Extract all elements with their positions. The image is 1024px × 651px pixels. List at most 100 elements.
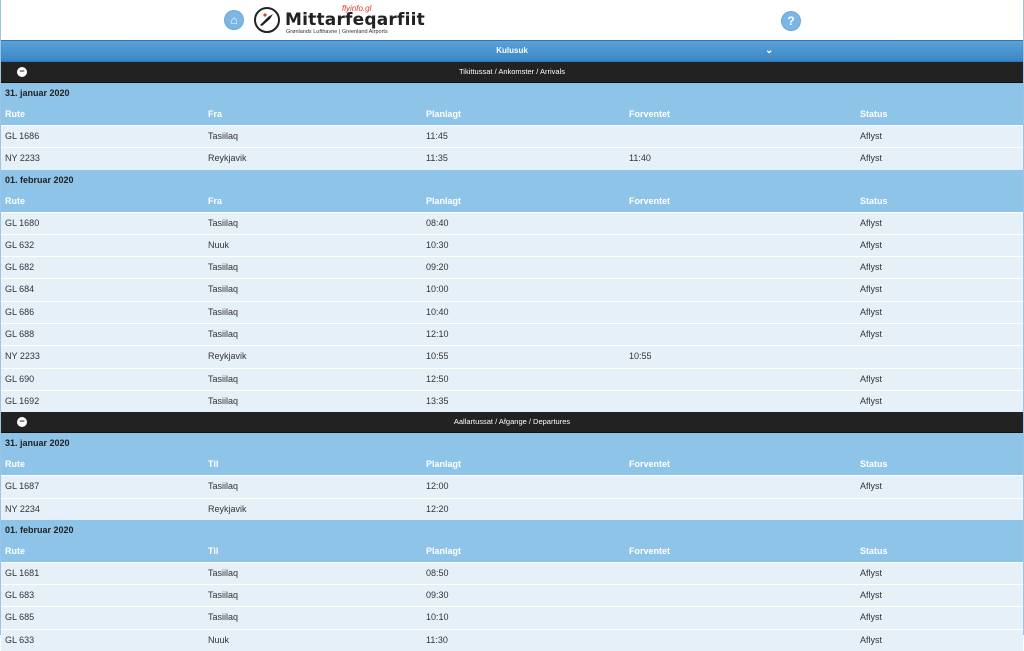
column-header: Status [860, 459, 888, 470]
flight-planned: 12:10 [426, 329, 449, 340]
arrivals-section: − Tikittussat / Ankomster / Arrivals 31. j… [1, 62, 1023, 413]
flight-status: Aflyst [860, 131, 883, 141]
flight-route: GL 690 [5, 373, 35, 384]
flight-status: Aflyst [860, 373, 883, 384]
flight-row[interactable]: NY 2233 Reykjavik 10:55 10:55 [1, 345, 1023, 368]
top-bar: ⌂ flyinfo.gl Mittarfeqarfiit Grønlands L… [1, 0, 1023, 40]
flight-status: Aflyst [860, 612, 883, 623]
column-header: Forventet [629, 545, 671, 556]
flight-place: Tasiilaq [208, 567, 239, 578]
column-header: Status [860, 195, 888, 206]
flight-place: Tasiilaq [208, 612, 239, 623]
flight-row[interactable]: GL 682 Tasiilaq 09:20 Aflyst [1, 256, 1023, 279]
flight-expected: 10:55 [629, 351, 652, 362]
departures-header[interactable]: − Aallartussat / Afgange / Departures [1, 412, 1023, 434]
flight-place: Tasiilaq [208, 306, 239, 317]
date-row: 01. februar 2020 [1, 519, 1023, 541]
logo-subtitle: Grønlands Lufthavne | Greenland Airports [286, 29, 388, 35]
flight-route: GL 686 [5, 306, 35, 317]
flight-row[interactable]: GL 1692 Tasiilaq 13:35 Aflyst [1, 389, 1023, 413]
column-header-row: Rute Fra Planlagt Forventet Status [1, 190, 1023, 212]
logo-title: Mittarfeqarfiit [285, 10, 425, 30]
logo[interactable]: flyinfo.gl Mittarfeqarfiit Grønlands Luf… [254, 4, 425, 36]
flight-place: Tasiilaq [208, 481, 239, 492]
flight-row[interactable]: GL 688 Tasiilaq 12:10 Aflyst [1, 323, 1023, 346]
date-row: 31. januar 2020 [1, 433, 1023, 455]
column-header: Planlagt [426, 195, 462, 206]
flight-row[interactable]: GL 1687 Tasiilaq 12:00 Aflyst [1, 475, 1023, 498]
column-header: Rute [5, 195, 25, 206]
arrivals-header[interactable]: − Tikittussat / Ankomster / Arrivals [1, 62, 1023, 83]
flight-route: NY 2233 [5, 351, 40, 362]
flight-route: GL 1692 [5, 395, 40, 406]
departures-title: Aallartussat / Afgange / Departures [453, 417, 571, 427]
flight-row[interactable]: GL 1680 Tasiilaq 08:40 Aflyst [1, 211, 1023, 234]
date-row: 31. januar 2020 [1, 83, 1023, 104]
flight-planned: 09:30 [426, 590, 449, 601]
column-header: Planlagt [426, 545, 462, 556]
flight-planned: 10:00 [426, 284, 449, 295]
column-header: Fra [208, 109, 223, 119]
flight-row[interactable]: GL 632 Nuuk 10:30 Aflyst [1, 233, 1023, 257]
logo-emblem-icon [254, 7, 280, 33]
flight-route: GL 632 [5, 239, 35, 250]
flight-status: Aflyst [860, 395, 883, 406]
flight-place: Tasiilaq [208, 329, 239, 340]
flight-status: Aflyst [860, 239, 883, 250]
flight-row[interactable]: GL 686 Tasiilaq 10:40 Aflyst [1, 300, 1023, 324]
date-row: 01. februar 2020 [1, 169, 1023, 191]
flight-place: Tasiilaq [208, 262, 239, 273]
column-header-row: Rute Til Planlagt Forventet Status [1, 454, 1023, 476]
flight-status: Aflyst [860, 329, 883, 340]
flight-planned: 12:00 [426, 481, 449, 492]
flight-place: Tasiilaq [208, 395, 239, 406]
flight-row[interactable]: GL 633 Nuuk 11:30 Aflyst [1, 628, 1023, 651]
flight-route: NY 2234 [5, 503, 40, 514]
flight-status: Aflyst [860, 481, 883, 492]
column-header: Planlagt [426, 109, 462, 119]
flight-place: Tasiilaq [208, 284, 239, 295]
chevron-down-icon: ⌄ [765, 45, 774, 56]
flight-planned: 11:30 [426, 634, 448, 645]
flight-route: GL 684 [5, 284, 35, 295]
flight-route: GL 1681 [5, 567, 40, 578]
flight-status: Aflyst [860, 284, 883, 295]
flight-row[interactable]: GL 684 Tasiilaq 10:00 Aflyst [1, 278, 1023, 301]
help-icon[interactable]: ? [782, 12, 800, 30]
column-header: Rute [5, 545, 25, 556]
flight-row[interactable]: NY 2234 Reykjavik 12:20 [1, 497, 1023, 520]
flight-row[interactable]: GL 690 Tasiilaq 12:50 Aflyst [1, 367, 1023, 390]
flight-place: Tasiilaq [208, 131, 239, 141]
flight-place: Nuuk [208, 239, 230, 250]
flight-place: Reykjavik [208, 351, 247, 362]
flight-place: Nuuk [208, 634, 230, 645]
flight-planned: 12:20 [426, 503, 449, 514]
flight-row[interactable]: GL 1681 Tasiilaq 08:50 Aflyst [1, 561, 1023, 585]
flight-place: Tasiilaq [208, 217, 239, 228]
home-icon[interactable]: ⌂ [225, 11, 243, 29]
flight-row[interactable]: GL 683 Tasiilaq 09:30 Aflyst [1, 584, 1023, 607]
flight-route: GL 685 [5, 612, 35, 623]
flight-planned: 11:45 [426, 131, 448, 141]
flight-place: Reykjavik [208, 503, 247, 514]
flight-route: GL 682 [5, 262, 35, 273]
flight-planned: 10:55 [426, 351, 449, 362]
flight-route: GL 683 [5, 590, 35, 601]
flight-planned: 10:40 [426, 306, 449, 317]
flight-status: Aflyst [860, 306, 883, 317]
flight-route: GL 1687 [5, 481, 40, 492]
flight-row[interactable]: GL 1686 Tasiilaq 11:45 Aflyst [1, 125, 1023, 148]
location-selector[interactable]: Kulusuk ⌄ [1, 40, 1023, 62]
column-header: Forventet [629, 459, 671, 470]
collapse-icon[interactable]: − [17, 417, 27, 428]
flight-route: GL 1680 [5, 217, 40, 228]
flight-route: GL 688 [5, 329, 35, 340]
collapse-icon[interactable]: − [17, 67, 27, 77]
column-header: Status [860, 109, 888, 119]
flight-planned: 10:30 [426, 239, 449, 250]
flight-place: Tasiilaq [208, 373, 239, 384]
flight-row[interactable]: GL 685 Tasiilaq 10:10 Aflyst [1, 606, 1023, 629]
column-header: Fra [208, 195, 223, 206]
flight-place: Tasiilaq [208, 590, 239, 601]
flight-row[interactable]: NY 2233 Reykjavik 11:35 11:40 Aflyst [1, 147, 1023, 170]
